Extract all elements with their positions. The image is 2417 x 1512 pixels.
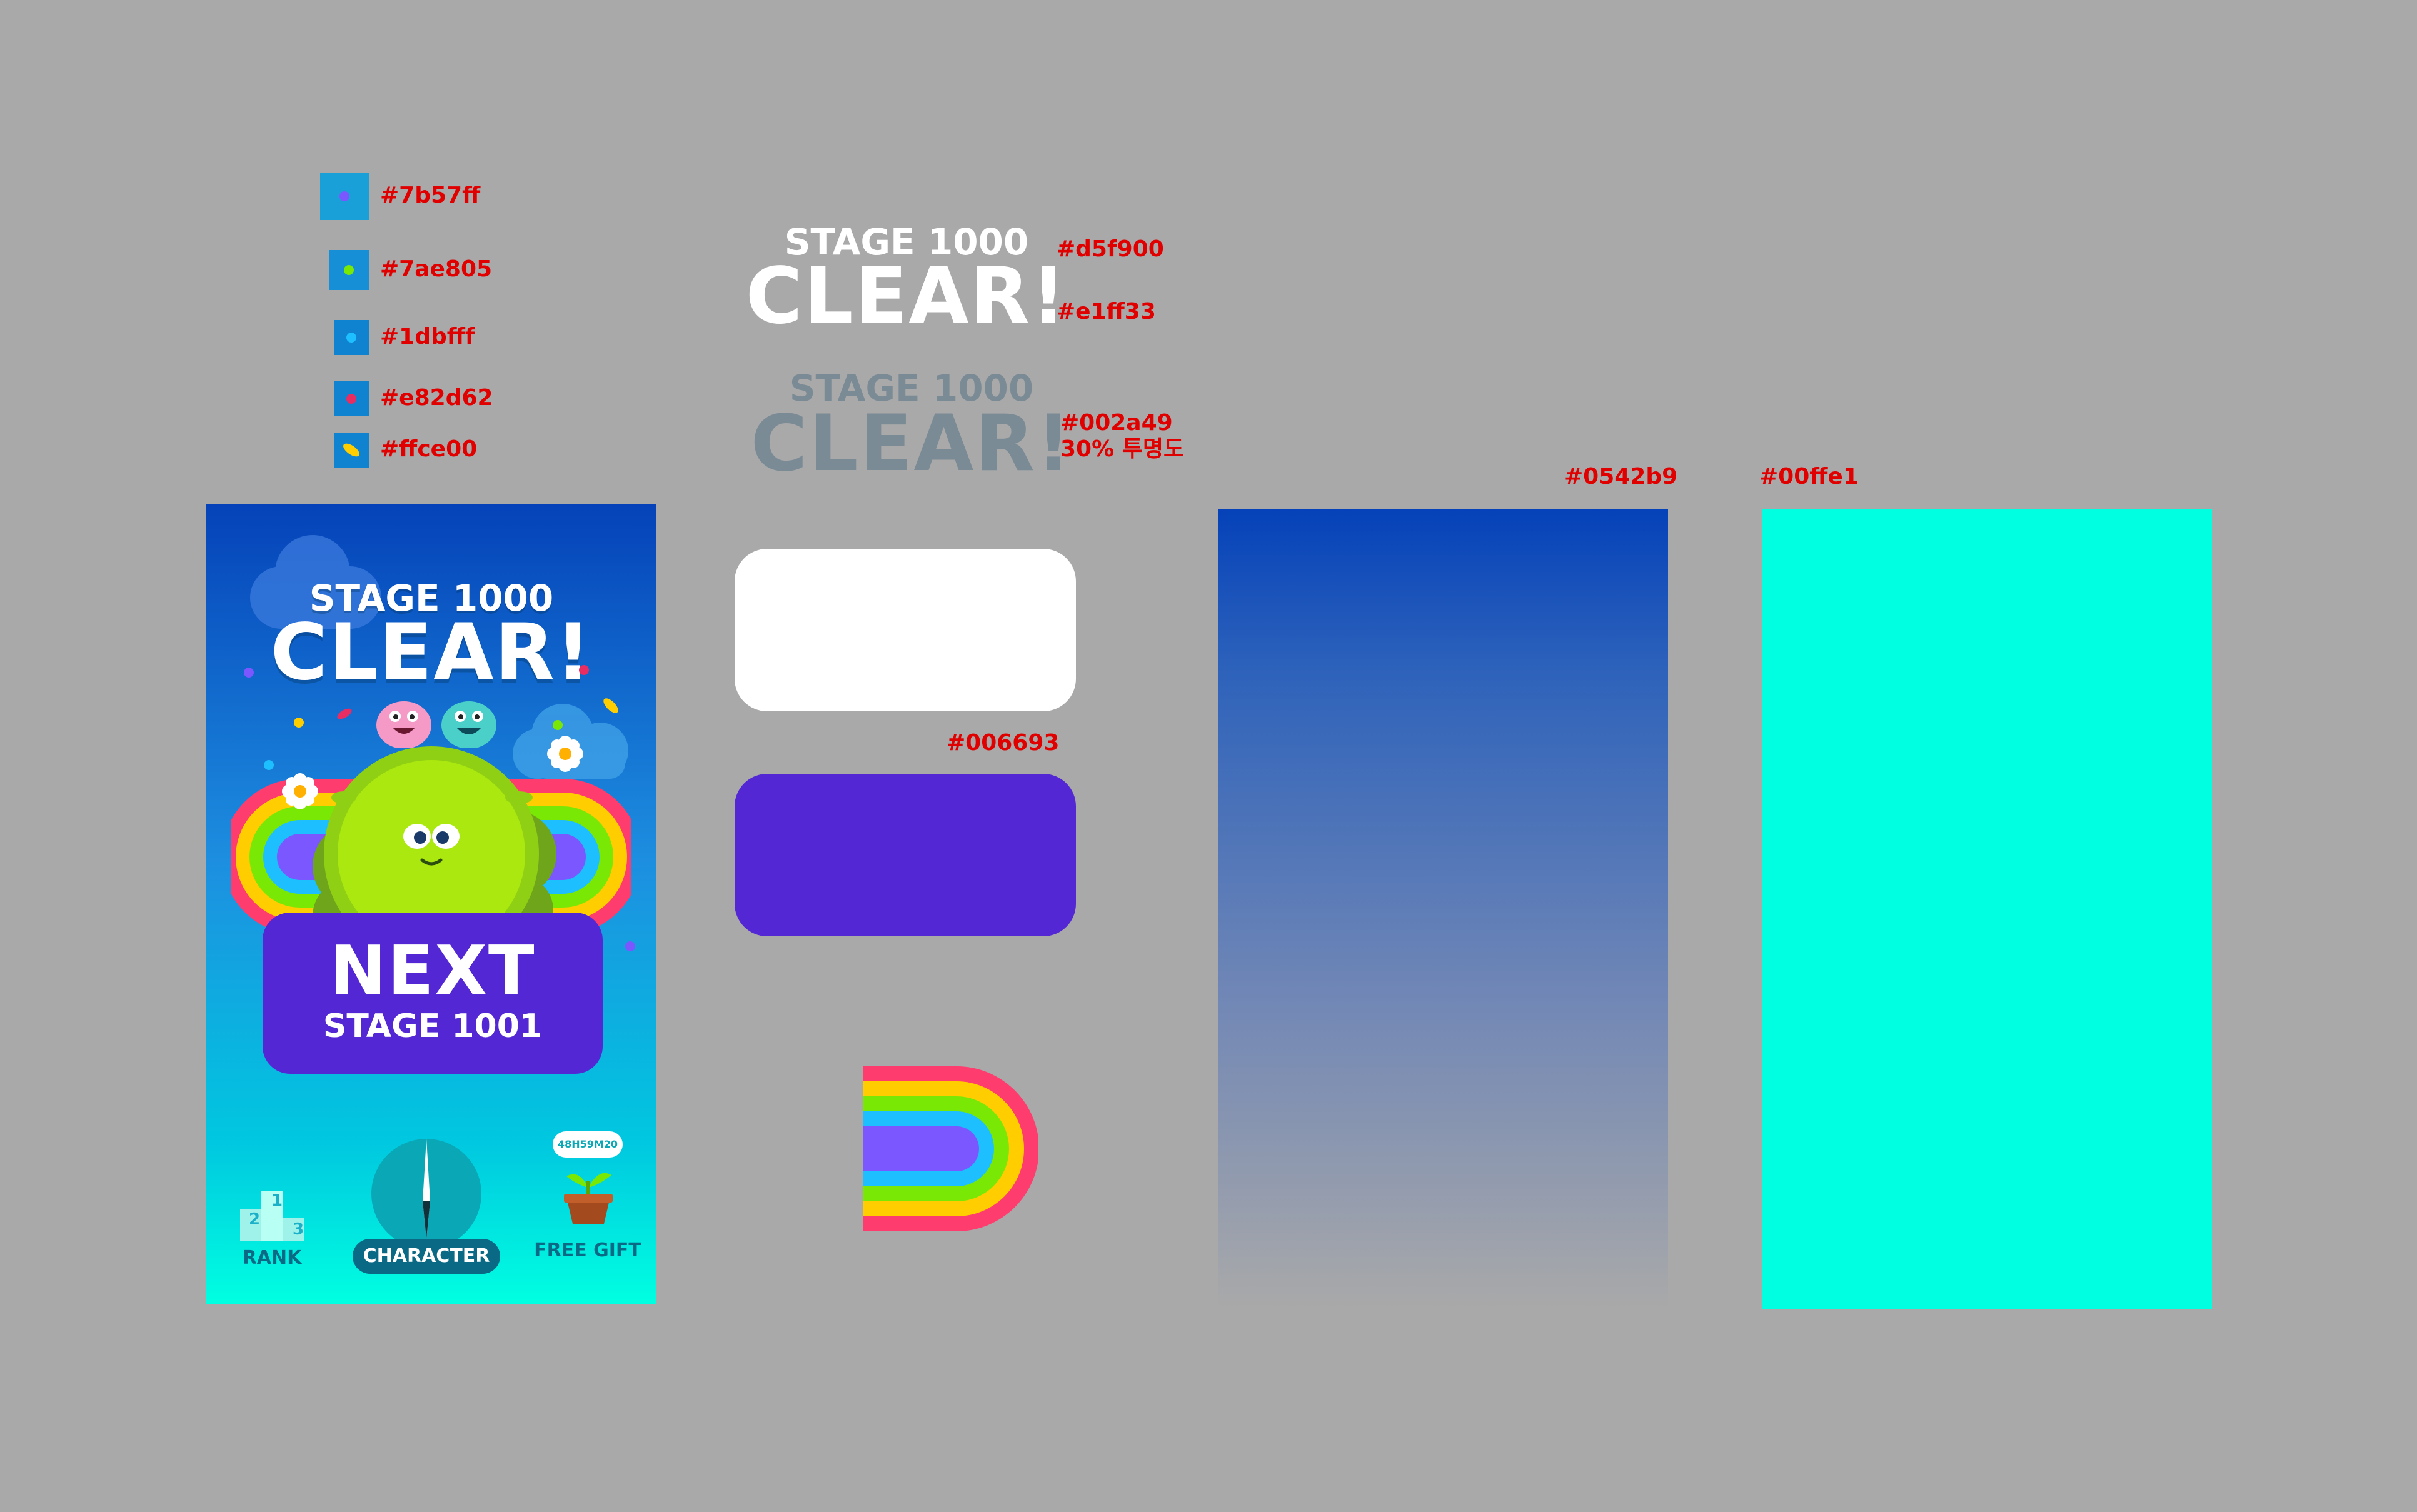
rank-label: RANK xyxy=(242,1247,302,1269)
note-gradient-color: #0542b9 xyxy=(1564,464,1678,489)
swatch-label: #7b57ff xyxy=(380,183,481,208)
confetti-icon xyxy=(625,941,635,951)
confetti-icon xyxy=(579,665,589,675)
confetti-icon xyxy=(553,720,563,730)
title-sample-clear: CLEAR! xyxy=(745,251,1068,341)
note-cyan-color: #00ffe1 xyxy=(1759,464,1859,489)
podium-number: 3 xyxy=(292,1220,304,1239)
swatch-green xyxy=(329,250,369,290)
confetti-icon xyxy=(294,718,304,728)
free-gift-nav-item[interactable]: 48H59M20 FREE GIFT xyxy=(531,1121,644,1278)
potted-plant-icon xyxy=(564,1173,613,1224)
swatch-purple xyxy=(320,173,369,220)
confetti-icon xyxy=(264,760,274,770)
character-nav-item[interactable]: CHARACTER xyxy=(353,1126,503,1283)
next-stage-button[interactable]: NEXT STAGE 1001 xyxy=(263,913,603,1074)
podium-number: 2 xyxy=(248,1210,261,1229)
swatch-label: #ffce00 xyxy=(380,436,478,462)
note-shadow-color: #002a49 xyxy=(1060,410,1173,436)
swatch-dot xyxy=(339,191,349,201)
swatch-dot xyxy=(346,333,356,343)
next-stage-label: STAGE 1001 xyxy=(323,1008,543,1045)
shadow-sample-clear: CLEAR! xyxy=(750,399,1073,489)
confetti-icon xyxy=(244,668,254,678)
clear-title: CLEAR! xyxy=(270,608,593,698)
swatch-pink xyxy=(334,381,369,416)
gradient-background-sample xyxy=(1218,509,1668,1309)
swatch-blue xyxy=(334,320,369,355)
podium-number: 1 xyxy=(271,1191,283,1210)
note-shadow-opacity: 30% 투명도 xyxy=(1060,436,1185,462)
swatch-dot xyxy=(346,394,356,404)
game-screen: STAGE 1000 CLEAR! NEXT STAGE 1001 1 2 3 … xyxy=(206,504,656,1304)
button-sample-purple xyxy=(735,774,1076,936)
note-clear-color: #e1ff33 xyxy=(1057,299,1156,324)
confetti-icon xyxy=(341,441,362,459)
note-stage-color: #d5f900 xyxy=(1057,236,1164,262)
next-button-label: NEXT xyxy=(329,932,536,1010)
compass-icon xyxy=(371,1139,481,1249)
free-gift-label: FREE GIFT xyxy=(534,1239,641,1261)
compass-needle-icon xyxy=(423,1139,430,1239)
button-sample-white xyxy=(735,549,1076,711)
swatch-yellow xyxy=(334,433,369,468)
swatch-label: #e82d62 xyxy=(380,385,493,411)
swatch-label: #1dbfff xyxy=(380,324,475,349)
cyan-background-sample xyxy=(1762,509,2212,1309)
note-button-color: #006693 xyxy=(947,730,1060,756)
rank-nav-item[interactable]: 1 2 3 RANK xyxy=(231,1173,313,1279)
rainbow-icon xyxy=(863,1066,1038,1231)
swatch-dot xyxy=(344,265,354,275)
swatch-label: #7ae805 xyxy=(380,256,493,282)
gift-timer-bubble: 48H59M20 xyxy=(553,1131,623,1158)
character-label: CHARACTER xyxy=(353,1239,500,1274)
confetti-icon xyxy=(335,706,354,721)
